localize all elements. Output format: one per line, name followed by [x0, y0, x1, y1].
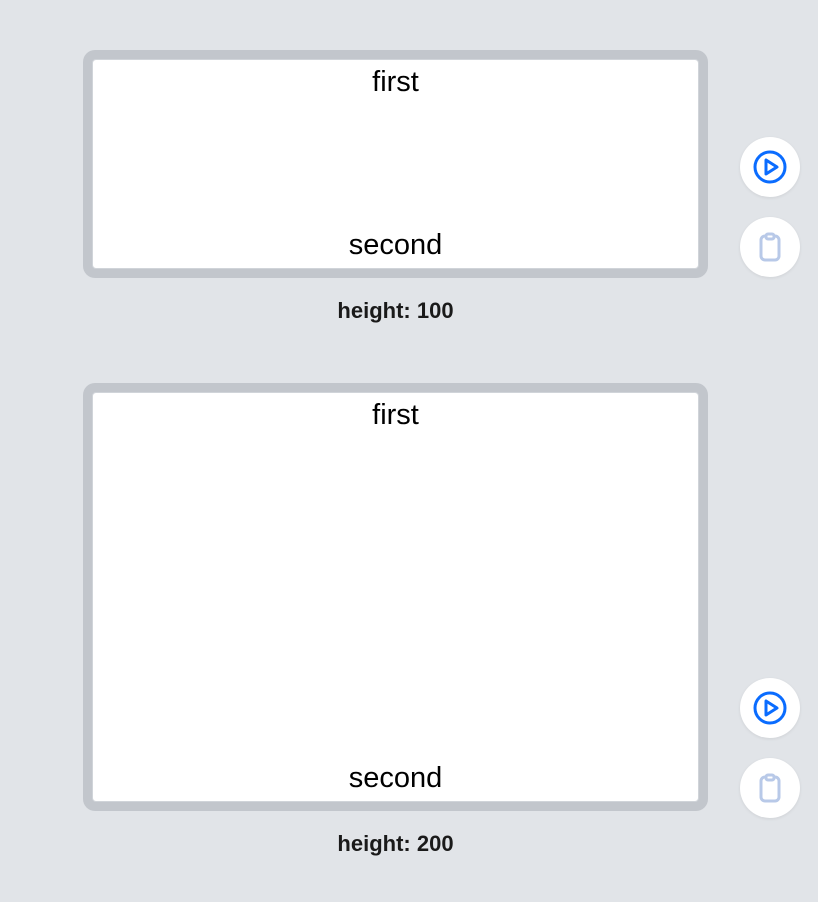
canvas-text-top: first: [372, 399, 419, 432]
preview-canvas: first second: [92, 392, 699, 802]
canvas-text-bottom: second: [349, 229, 443, 262]
preview-caption: height: 200: [83, 831, 708, 857]
preview-canvas: first second: [92, 59, 699, 269]
preview-caption: height: 100: [83, 298, 708, 324]
action-buttons-group: [740, 137, 800, 277]
copy-button[interactable]: [740, 217, 800, 277]
canvas-text-bottom: second: [349, 762, 443, 795]
canvas-text-top: first: [372, 66, 419, 99]
preview-frame: first second: [83, 383, 708, 811]
copy-icon: [751, 769, 789, 807]
play-button[interactable]: [740, 678, 800, 738]
copy-button[interactable]: [740, 758, 800, 818]
action-buttons-group: [740, 678, 800, 818]
play-button[interactable]: [740, 137, 800, 197]
preview-frame: first second: [83, 50, 708, 278]
play-icon: [751, 148, 789, 186]
play-icon: [751, 689, 789, 727]
copy-icon: [751, 228, 789, 266]
preview-block: first second height: 200: [83, 383, 708, 857]
preview-block: first second height: 100: [83, 50, 708, 324]
